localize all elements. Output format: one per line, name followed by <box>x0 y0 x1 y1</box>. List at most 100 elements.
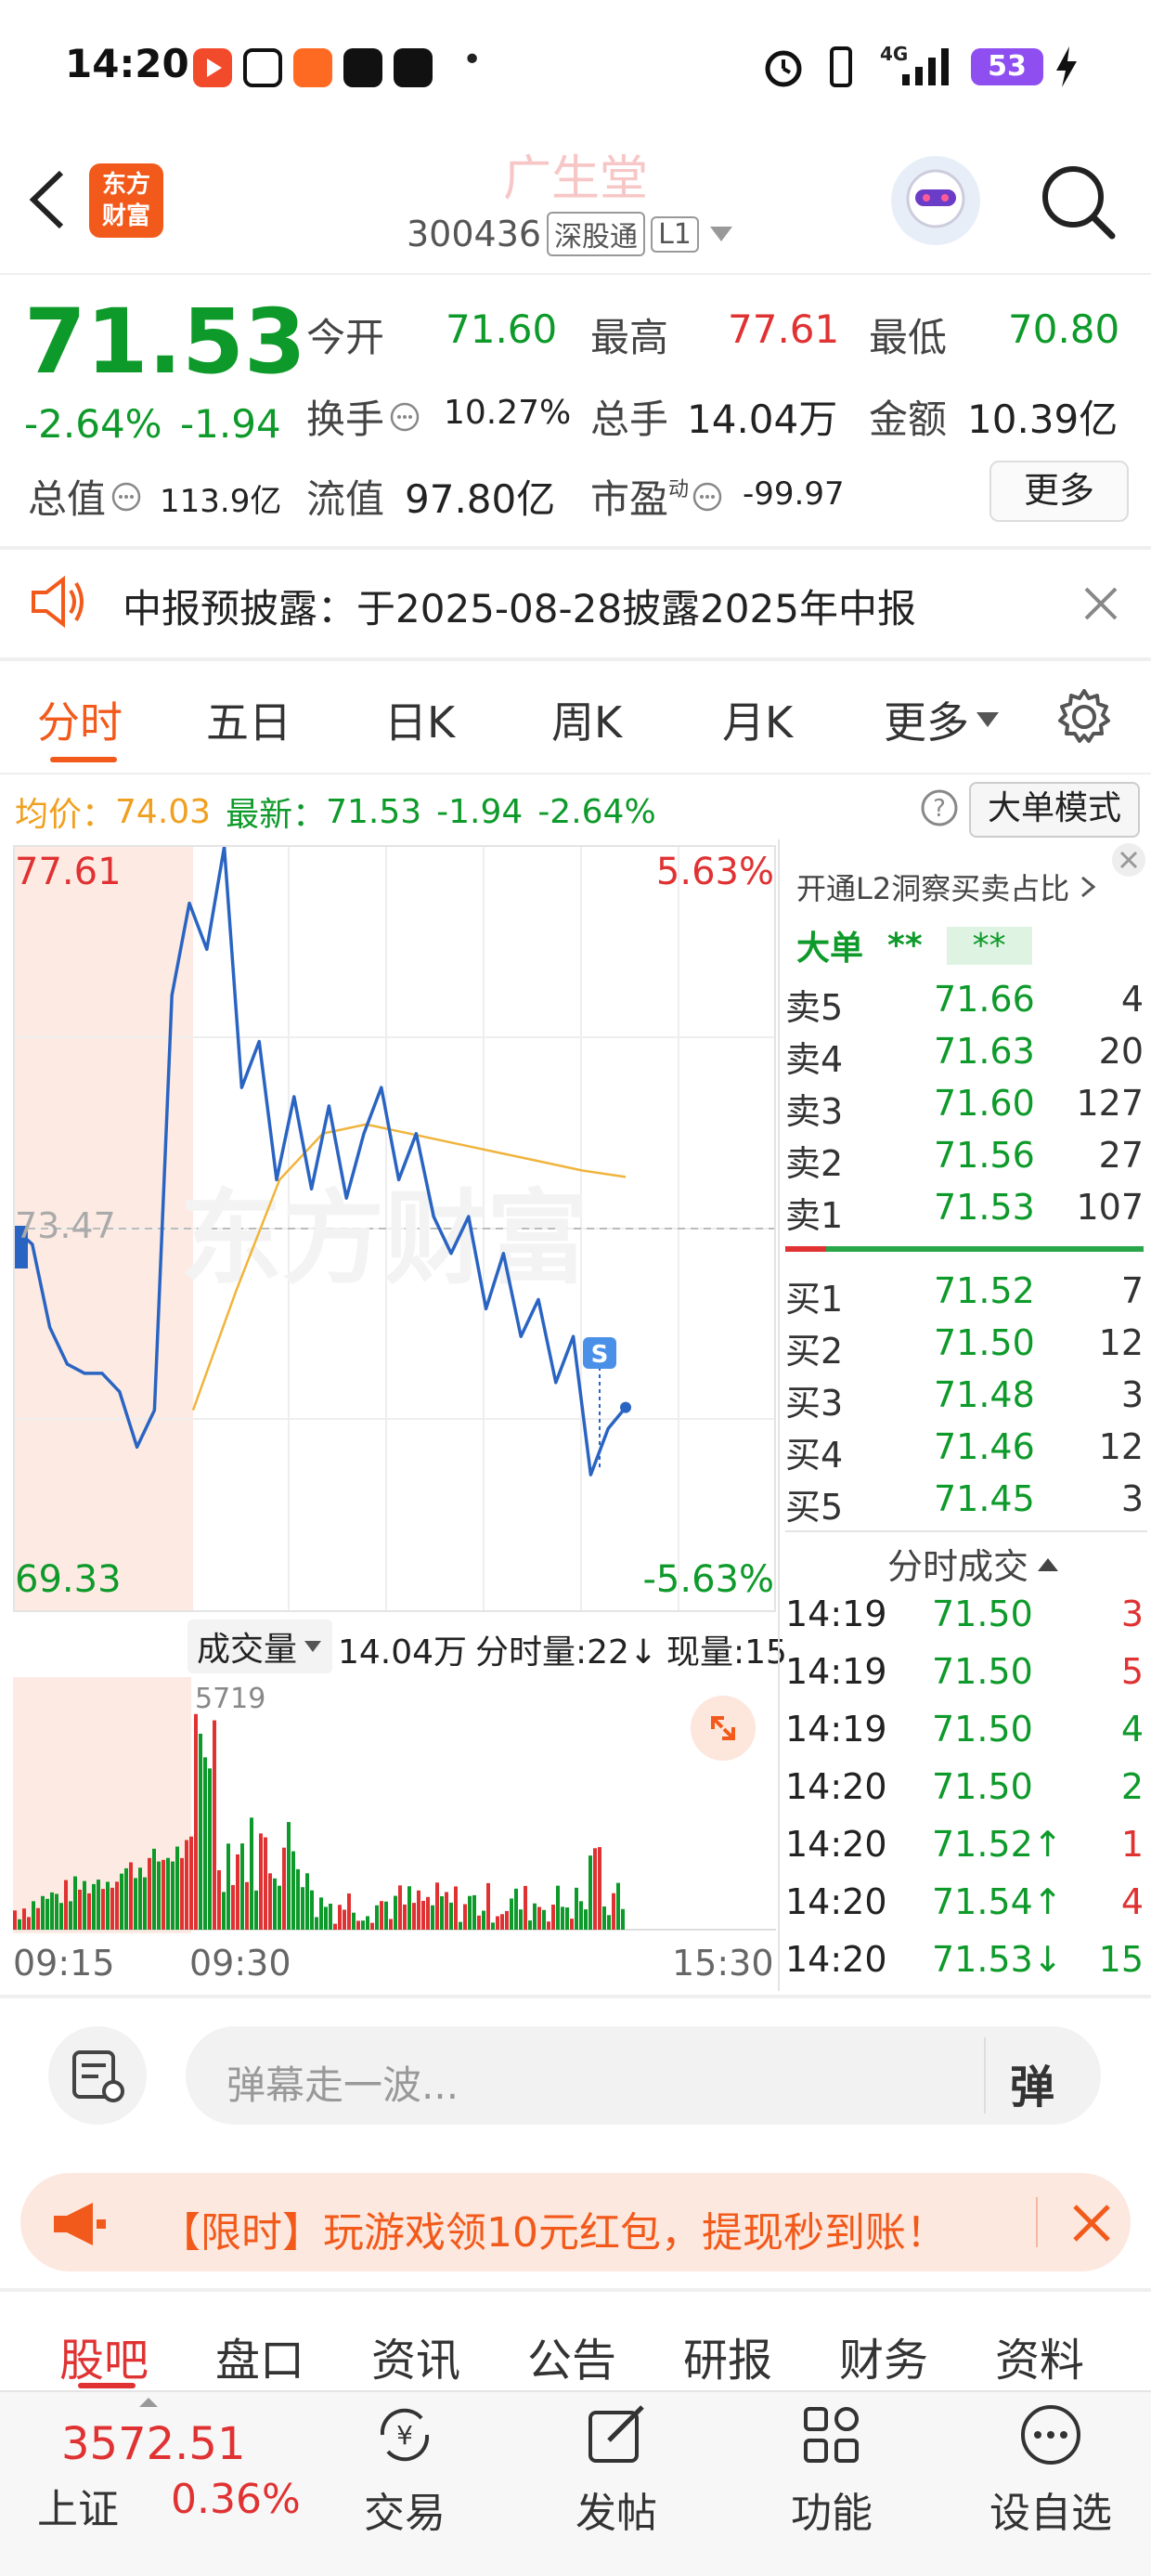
turnover-label-wrap[interactable]: 换手 <box>306 388 421 445</box>
volume-bar <box>528 1920 532 1930</box>
tab-monthly-k[interactable]: 月K <box>722 689 793 750</box>
back-button[interactable] <box>24 167 71 236</box>
close-promo-button[interactable] <box>1071 2203 1112 2244</box>
volume-bar <box>22 1908 26 1930</box>
tab-finance[interactable]: 财务 <box>839 2323 928 2388</box>
ask-row[interactable]: 卖1 71.53 107 <box>785 1187 1144 1237</box>
bid-price: 71.48 <box>934 1374 1035 1415</box>
ask-row[interactable]: 卖5 71.66 4 <box>785 979 1144 1029</box>
volume-bar <box>459 1921 462 1930</box>
expand-chart-button[interactable] <box>691 1696 756 1761</box>
ask-volume: 20 <box>1098 1031 1144 1072</box>
turnover-value: 10.27% <box>444 394 572 432</box>
ticks-divider <box>785 1530 1147 1532</box>
bid-row[interactable]: 买5 71.45 3 <box>785 1478 1144 1529</box>
volume-bar <box>380 1901 383 1930</box>
big-order-mode-button[interactable]: 大单模式 <box>969 782 1140 838</box>
volume-bar <box>138 1867 142 1930</box>
close-l2-button[interactable] <box>1110 841 1147 878</box>
logo-line1: 东方 <box>101 171 150 199</box>
latest-change-pct: -2.64% <box>537 792 656 831</box>
volume-bar <box>575 1887 578 1930</box>
volume-bar <box>593 1848 597 1930</box>
promo-banner[interactable]: 【限时】玩游戏领10元红包，提现秒到账！ <box>20 2173 1131 2271</box>
ask-price: 71.63 <box>934 1031 1035 1072</box>
change-amount: -1.94 <box>180 401 281 447</box>
post-button[interactable]: 发帖 <box>551 2400 681 2539</box>
l2-insight-link[interactable]: 开通L2洞察买卖占比 <box>796 865 1097 908</box>
volume-bar <box>445 1892 448 1930</box>
bid-row[interactable]: 买4 71.46 12 <box>785 1426 1144 1477</box>
volume-bar <box>547 1921 550 1930</box>
tab-five-day[interactable]: 五日 <box>206 689 291 750</box>
index-widget[interactable]: 3572.51 上证 0.36% <box>0 2390 306 2574</box>
chart-settings-button[interactable] <box>1054 687 1114 750</box>
bid-row[interactable]: 买2 71.50 12 <box>785 1322 1144 1373</box>
volume-bar <box>463 1904 467 1930</box>
danmu-toggle-button[interactable]: 弹 <box>1010 2050 1054 2115</box>
mktcap-label-wrap[interactable]: 总值 <box>28 468 143 525</box>
tab-profile[interactable]: 资料 <box>995 2323 1084 2388</box>
ticks-header-label: 分时成交 <box>887 1546 1029 1587</box>
bid-price: 71.45 <box>934 1478 1035 1519</box>
back-arrow-icon <box>29 170 64 229</box>
danmu-settings-button[interactable] <box>48 2026 147 2125</box>
volume-indicator-select[interactable]: 成交量 <box>188 1620 333 1673</box>
more-notifications-dot: • <box>462 41 483 79</box>
tab-weekly-k[interactable]: 周K <box>551 689 622 750</box>
pe-label-wrap[interactable]: 市盈 动 <box>590 468 724 525</box>
volume-bar <box>45 1898 49 1930</box>
intraday-chart[interactable]: 东方财富 S 77.61 5.63% 73.47 69.33 -5.63% <box>13 845 776 1612</box>
volume-bar <box>500 1914 504 1930</box>
help-button[interactable]: ? <box>919 787 960 832</box>
big-order-row: 大单 ** ** <box>796 921 1032 969</box>
video-app-icon <box>193 48 232 87</box>
close-notice-button[interactable] <box>1082 585 1119 626</box>
volume-label: 总手 <box>590 397 669 442</box>
tab-more[interactable]: 更多 <box>884 689 1001 750</box>
volume-bar <box>356 1920 360 1930</box>
ask-row[interactable]: 卖4 71.63 20 <box>785 1031 1144 1081</box>
tick-price: 71.54↑ <box>932 1881 1063 1922</box>
stock-code-row[interactable]: 300436 深股通 L1 <box>407 212 736 256</box>
search-button[interactable] <box>1036 160 1119 247</box>
danmu-input[interactable]: 弹幕走一波... 弹 <box>186 2026 1101 2125</box>
robot-assistant-avatar[interactable] <box>891 156 980 245</box>
volume-bar <box>579 1901 583 1930</box>
notice-text[interactable]: 中报预披露：于2025-08-28披露2025年中报 <box>123 578 916 634</box>
tab-news[interactable]: 资讯 <box>371 2323 460 2388</box>
ask-row[interactable]: 卖2 71.56 27 <box>785 1135 1144 1185</box>
ask-row[interactable]: 卖3 71.60 127 <box>785 1083 1144 1133</box>
pe-value: -99.97 <box>743 475 845 513</box>
volume-bar <box>296 1868 300 1930</box>
bid-row[interactable]: 买3 71.48 3 <box>785 1374 1144 1425</box>
tab-announcements[interactable]: 公告 <box>527 2323 616 2388</box>
tab-intraday[interactable]: 分时 <box>37 689 123 750</box>
tab-forum[interactable]: 股吧 <box>59 2323 149 2388</box>
time-end: 15:30 <box>672 1943 774 1984</box>
functions-button[interactable]: 功能 <box>767 2400 897 2539</box>
add-watchlist-button[interactable]: 设自选 <box>976 2400 1125 2539</box>
tick-time: 14:20 <box>785 1881 887 1922</box>
tiktok-icon <box>343 48 382 87</box>
tab-research[interactable]: 研报 <box>683 2323 772 2388</box>
tab-daily-k[interactable]: 日K <box>384 689 455 750</box>
current-price: 71.53 <box>24 290 306 394</box>
more-quote-button[interactable]: 更多 <box>989 461 1129 522</box>
index-value: 3572.51 <box>61 2418 246 2470</box>
tick-price: 71.50 <box>932 1594 1033 1634</box>
tab-orderbook[interactable]: 盘口 <box>215 2323 304 2388</box>
caret-up-icon <box>1038 1557 1059 1571</box>
avg-label: 均价： <box>15 796 116 834</box>
ticks-header[interactable]: 分时成交 <box>887 1538 1060 1589</box>
volume-bar <box>431 1905 434 1930</box>
volume-bar <box>120 1873 123 1930</box>
volume-bar <box>55 1893 58 1930</box>
volume-chart[interactable]: 5719 <box>13 1677 776 1933</box>
ask-price: 71.66 <box>934 979 1035 1020</box>
trade-button[interactable]: ¥ 交易 <box>340 2400 470 2539</box>
speaker-icon <box>28 574 89 633</box>
tick-price: 71.50 <box>932 1651 1033 1692</box>
bid-row[interactable]: 买1 71.52 7 <box>785 1270 1144 1321</box>
tick-row: 14:19 71.50 3 <box>785 1594 1144 1651</box>
